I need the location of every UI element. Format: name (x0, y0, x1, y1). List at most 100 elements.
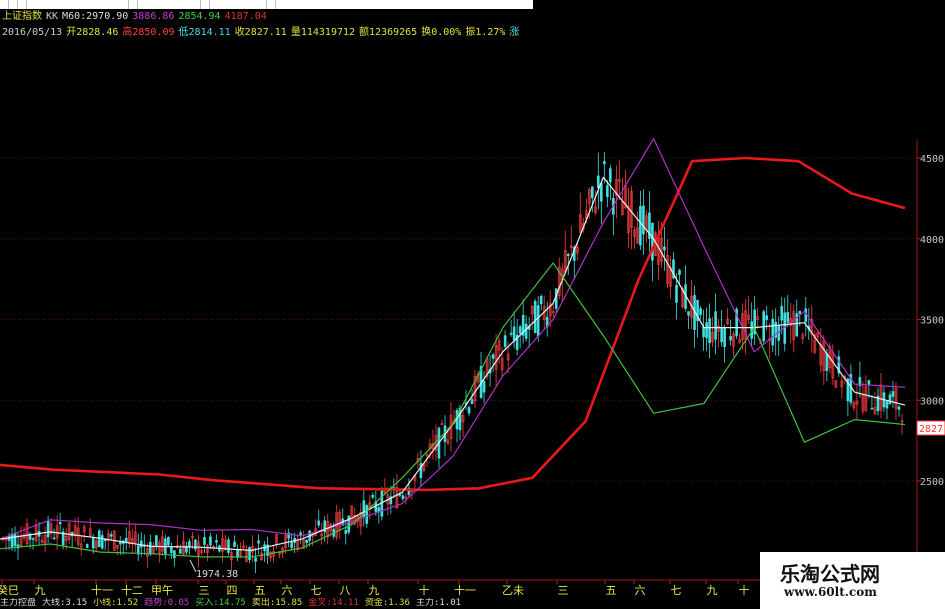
candle-body (606, 185, 609, 198)
x-tick-label: 六 (282, 584, 293, 597)
candle-body (897, 406, 901, 410)
candle-body (290, 542, 293, 548)
candle-body (509, 332, 513, 335)
candle-body (699, 308, 702, 315)
candle-body (118, 542, 122, 545)
candle-body (765, 315, 768, 321)
candle-body (31, 538, 35, 540)
candle-body (377, 507, 381, 512)
bottom-indicator-item: 金叉:14.11 (308, 598, 359, 608)
x-tick-label: 乙未 (502, 584, 524, 597)
y-tick-label: 4000 (920, 235, 944, 246)
candle-body (124, 537, 128, 543)
candle-body (299, 532, 302, 536)
candle-body (371, 495, 375, 498)
candle-body (100, 534, 104, 549)
current-price-label: 2827. (919, 424, 945, 435)
candle-body (470, 399, 474, 405)
candle-body (209, 536, 212, 546)
bottom-indicator-item: 资金:1.36 (364, 598, 410, 608)
candle-body (170, 546, 173, 553)
candle-body (539, 295, 543, 305)
bottom-indicator-row: 主力控盘 大线:3.15 小线:1.52 趋势:0.05 买入:14.75 卖出:15.8… (0, 598, 760, 609)
candle-body (597, 175, 600, 189)
x-tick-label: 癸巳 (0, 583, 19, 597)
bottom-indicator-item: 主力:1.01 (415, 598, 462, 608)
watermark-url: www.60lt.com (784, 585, 877, 599)
indicator-line-white (0, 176, 906, 552)
candle-body (512, 326, 516, 341)
candle-body (678, 269, 681, 275)
candle-body (140, 540, 143, 548)
candle-body (891, 391, 895, 397)
candle-body (603, 161, 606, 165)
min-annotation: 1974.38 (196, 569, 238, 580)
x-tick-label: 十 (739, 583, 750, 597)
x-tick-label: 九 (707, 584, 718, 597)
candle-body (398, 494, 402, 496)
candle-body (491, 354, 495, 359)
candle-body (167, 537, 170, 546)
candle-body (215, 540, 218, 543)
x-tick-label: 九 (369, 584, 380, 597)
candle-body (675, 284, 678, 303)
watermark-logo: 乐淘公式网 www.60lt.com (760, 552, 945, 609)
candle-body (155, 535, 158, 547)
indicator-line-red (0, 156, 906, 492)
candle-body (91, 536, 95, 549)
x-tick-label: 三 (199, 584, 210, 597)
indicator-lines (0, 138, 906, 558)
candle-body (194, 539, 197, 550)
candle-body (233, 541, 236, 547)
candle-body (663, 246, 666, 251)
candle-body (714, 311, 717, 340)
indicator-line-magenta (0, 138, 906, 540)
x-tick-label: 七 (671, 584, 682, 597)
candle-body (885, 401, 889, 409)
axis-labels: 45004000350030002500癸巳九十一 十二 甲午三四五六七八九十十一乙… (0, 154, 944, 597)
y-tick-label: 3500 (920, 316, 944, 327)
candle-body (609, 168, 612, 183)
candle-body (533, 300, 537, 334)
watermark-title: 乐淘公式网 (780, 562, 880, 586)
x-tick-label: 五 (606, 584, 617, 597)
candle-body (642, 205, 645, 235)
candle-body (639, 206, 642, 246)
candle-body (723, 327, 726, 348)
bottom-indicator-item: 主力控盘 (0, 598, 37, 608)
candle-body (600, 183, 603, 202)
candle-body (254, 557, 257, 562)
y-tick-label: 2500 (920, 477, 944, 488)
candle-body (482, 381, 486, 393)
candle-body (179, 548, 182, 554)
candle-body (888, 394, 892, 405)
candle-body (52, 537, 56, 540)
candle-body (524, 323, 528, 339)
x-tick-label: 八 (340, 584, 351, 597)
candle-body (317, 520, 321, 526)
bottom-indicator-item: 趋势:0.05 (144, 598, 190, 608)
candle-body (46, 521, 50, 538)
candle-body (566, 253, 570, 257)
candle-body (798, 311, 802, 314)
candle-body (867, 380, 871, 385)
candle-body (708, 318, 711, 344)
x-tick-label: 九 (35, 584, 46, 597)
x-tick-label: 四 (227, 584, 238, 597)
candle-body (518, 326, 522, 334)
candle-body (591, 186, 594, 199)
candle-body (401, 495, 405, 500)
x-tick-label: 十二 (121, 583, 143, 597)
candlesticks (1, 152, 904, 574)
candle-body (305, 539, 308, 544)
candle-body (85, 544, 89, 548)
x-tick-label: 十一 (91, 583, 113, 597)
price-chart[interactable]: 45004000350030002500癸巳九十一 十二 甲午三四五六七八九十十一乙… (0, 0, 945, 609)
candle-body (467, 407, 471, 414)
candle-body (149, 541, 152, 555)
y-tick-label: 4500 (920, 154, 944, 165)
bottom-indicator-item: 买入:14.75 (195, 598, 246, 608)
candle-body (825, 353, 829, 371)
candle-body (687, 311, 690, 316)
candle-body (58, 521, 62, 525)
